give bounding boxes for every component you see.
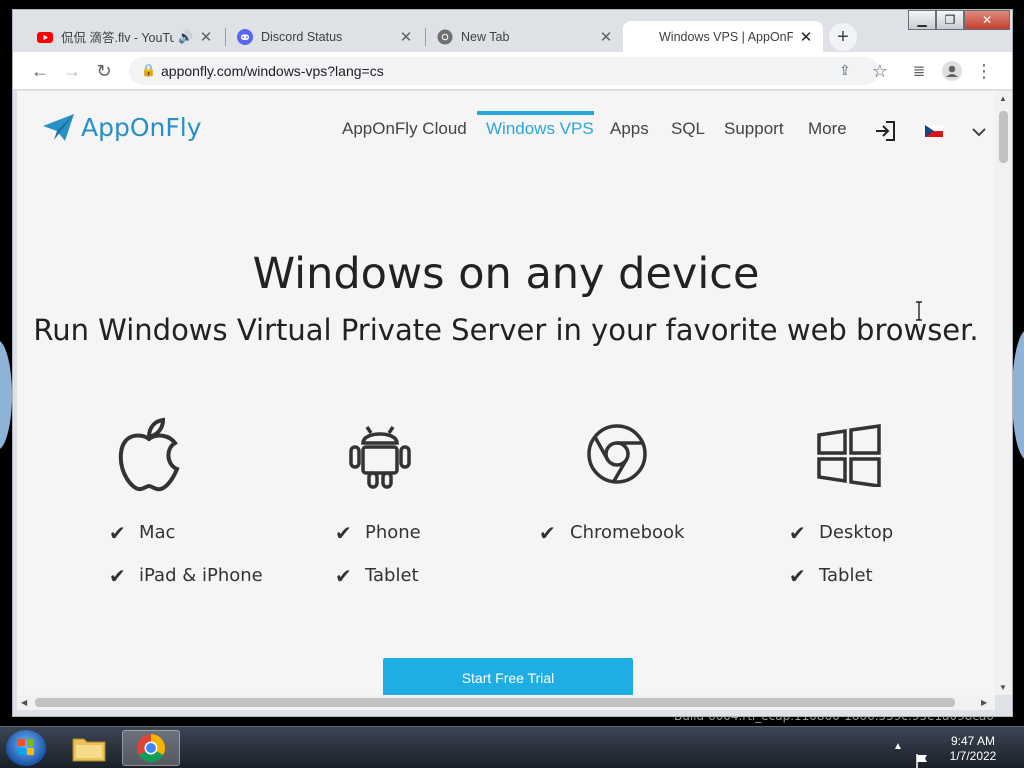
feature-windows-tablet: Tablet <box>819 565 873 586</box>
feature-chromebook: Chromebook <box>570 522 685 543</box>
tab-separator <box>225 28 226 46</box>
nav-more[interactable]: More <box>808 119 847 139</box>
logo-text: AppOnFly <box>81 113 202 142</box>
page-viewport: AppOnFly AppOnFly Cloud Windows VPS Apps… <box>17 91 995 695</box>
chrome-logo-icon <box>587 424 647 484</box>
check-icon: ✔ <box>335 523 352 545</box>
scroll-right-arrow-icon[interactable]: ▶ <box>981 698 987 707</box>
scroll-left-arrow-icon[interactable]: ◀ <box>21 698 27 707</box>
feature-phone: Phone <box>365 522 421 543</box>
folder-icon <box>72 738 106 762</box>
system-clock[interactable]: 9:47 AM 1/7/2022 <box>940 734 1006 764</box>
reload-icon[interactable]: ↻ <box>93 60 115 82</box>
forward-icon[interactable]: → <box>61 60 83 82</box>
maximize-button[interactable]: ❐ <box>936 10 964 30</box>
nav-support[interactable]: Support <box>724 119 784 139</box>
back-icon[interactable]: ← <box>29 60 51 82</box>
menu-dots-icon[interactable]: ⋮ <box>973 60 995 82</box>
czech-flag-icon[interactable] <box>925 125 943 137</box>
tab-new-tab[interactable]: New Tab ✕ <box>427 21 623 52</box>
tab-title: 侃侃 滴答.flv - YouTube <box>61 31 175 45</box>
new-tab-button[interactable]: + <box>829 23 857 51</box>
tab-title: Discord Status <box>261 29 343 44</box>
address-url: apponfly.com/windows-vps?lang=cs <box>161 63 384 79</box>
browser-window: 侃侃 滴答.flv - YouTube 🔊 ✕ Discord Status ✕… <box>12 9 1013 717</box>
window-controls: ▁ ❐ ✕ <box>908 10 1010 32</box>
profile-avatar-icon[interactable] <box>941 60 963 82</box>
paper-plane-icon <box>43 113 74 141</box>
windows-start-icon <box>18 739 34 755</box>
tab-discord-status[interactable]: Discord Status ✕ <box>227 21 423 52</box>
discord-icon <box>237 28 253 45</box>
apponfly-logo[interactable]: AppOnFly <box>43 113 201 142</box>
desktop-wallpaper-blob <box>0 340 12 450</box>
taskbar-chrome[interactable] <box>122 730 180 766</box>
bookmark-star-icon[interactable]: ☆ <box>869 60 891 82</box>
check-icon: ✔ <box>109 523 126 545</box>
feature-mac: Mac <box>139 522 176 543</box>
tab-close-icon[interactable]: ✕ <box>199 28 213 46</box>
tab-youtube[interactable]: 侃侃 滴答.flv - YouTube 🔊 ✕ <box>27 21 223 52</box>
check-icon: ✔ <box>109 566 126 588</box>
chrome-taskbar-icon <box>137 734 165 762</box>
youtube-icon <box>37 31 53 43</box>
scroll-down-arrow-icon[interactable]: ▼ <box>999 683 1007 692</box>
clock-date: 1/7/2022 <box>949 749 997 763</box>
tab-title: New Tab <box>461 29 510 44</box>
chrome-icon <box>437 29 453 44</box>
nav-apponfly-cloud[interactable]: AppOnFly Cloud <box>342 119 467 139</box>
address-bar[interactable]: 🔒 apponfly.com/windows-vps?lang=cs ⇪ <box>129 57 879 85</box>
vertical-scroll-thumb[interactable] <box>999 111 1008 163</box>
nav-apps[interactable]: Apps <box>610 119 649 139</box>
media-controls-icon[interactable]: ≣ <box>908 60 930 82</box>
close-window-button[interactable]: ✕ <box>964 10 1010 30</box>
start-button[interactable] <box>6 730 46 766</box>
share-icon[interactable]: ⇪ <box>839 62 851 79</box>
tab-title: Windows VPS | AppOnFly <box>659 29 793 44</box>
check-icon: ✔ <box>789 566 806 588</box>
nav-sql[interactable]: SQL <box>671 119 705 139</box>
android-icon <box>349 426 411 489</box>
check-icon: ✔ <box>539 523 556 545</box>
feature-android-tablet: Tablet <box>365 565 419 586</box>
tab-close-icon[interactable]: ✕ <box>399 28 413 46</box>
tab-separator <box>425 28 426 46</box>
lock-icon[interactable]: 🔒 <box>141 63 156 77</box>
horizontal-scrollbar[interactable]: ◀ ▶ <box>17 695 995 710</box>
action-center-flag-icon[interactable] <box>914 740 930 768</box>
tab-close-icon[interactable]: ✕ <box>599 28 613 46</box>
tab-close-icon[interactable]: ✕ <box>799 28 813 46</box>
show-hidden-icons-arrow[interactable]: ▲ <box>893 741 903 768</box>
clock-time: 9:47 AM <box>950 734 996 748</box>
hero-title: Windows on any device <box>252 249 760 299</box>
login-icon[interactable] <box>873 119 897 143</box>
apple-icon <box>118 417 180 492</box>
active-nav-indicator <box>477 111 594 115</box>
check-icon: ✔ <box>789 523 806 545</box>
browser-toolbar: ← → ↻ 🔒 apponfly.com/windows-vps?lang=cs… <box>13 52 1012 90</box>
tab-windows-vps[interactable]: Windows VPS | AppOnFly ✕ <box>623 21 823 52</box>
start-free-trial-button[interactable]: Start Free Trial <box>383 658 633 695</box>
audio-playing-icon[interactable]: 🔊 <box>178 30 193 44</box>
hero-subtitle: Run Windows Virtual Private Server in yo… <box>33 313 979 347</box>
taskbar: ▲ 9:47 AM 1/7/2022 <box>0 726 1024 768</box>
check-icon: ✔ <box>335 566 352 588</box>
text-cursor-icon <box>916 301 922 321</box>
desktop-wallpaper-blob <box>1012 330 1024 460</box>
scroll-up-arrow-icon[interactable]: ▲ <box>999 94 1007 103</box>
tab-strip: 侃侃 滴答.flv - YouTube 🔊 ✕ Discord Status ✕… <box>13 10 1012 52</box>
vertical-scrollbar[interactable]: ▲ ▼ <box>995 91 1012 695</box>
taskbar-file-explorer[interactable] <box>60 730 118 766</box>
feature-desktop: Desktop <box>819 522 894 543</box>
chevron-down-icon[interactable] <box>972 127 986 137</box>
windows-logo-icon <box>817 423 881 487</box>
feature-ipad-iphone: iPad & iPhone <box>139 565 263 586</box>
minimize-button[interactable]: ▁ <box>908 10 936 30</box>
horizontal-scroll-thumb[interactable] <box>35 698 955 707</box>
nav-windows-vps[interactable]: Windows VPS <box>486 119 594 139</box>
